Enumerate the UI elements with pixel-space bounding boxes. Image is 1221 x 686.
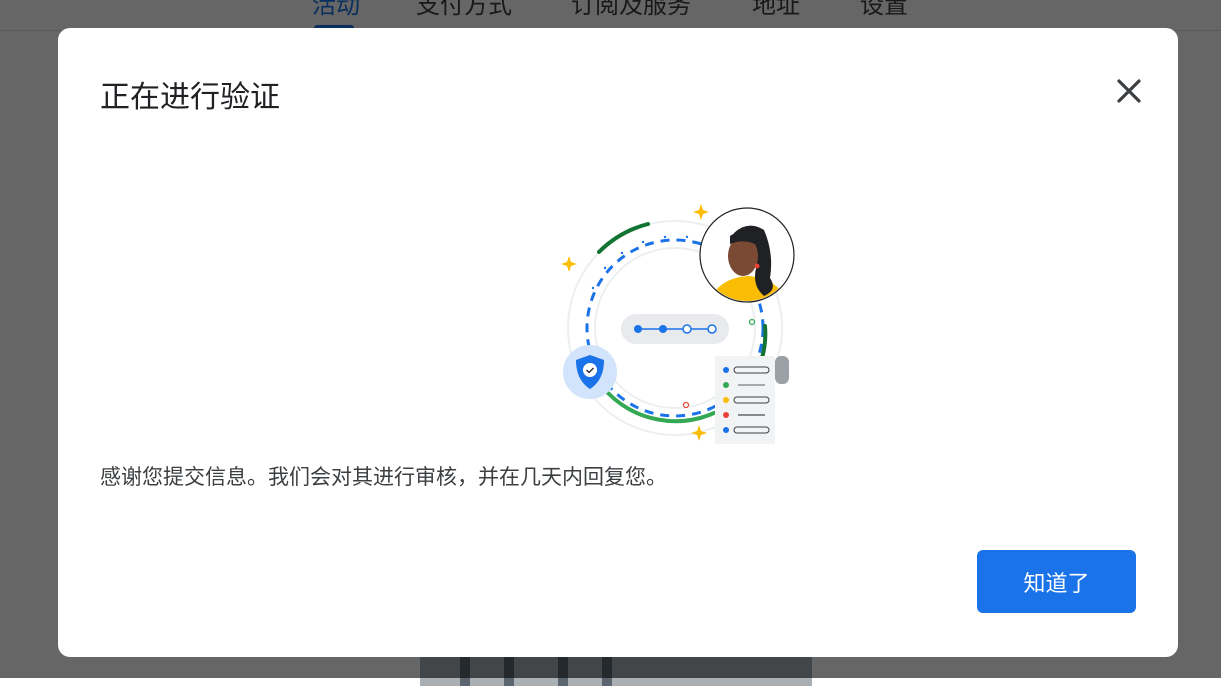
- background-tab-bar: 活动 支付方式 订阅及服务 地址 设置: [0, 0, 1221, 31]
- verification-dialog: 正在进行验证 感谢您提交信息。我们会对其进行审核，并在几天内回复您。 知道了: [58, 28, 1178, 657]
- dialog-title: 正在进行验证: [100, 80, 280, 115]
- avatar: [699, 207, 795, 303]
- document-icon: [715, 356, 789, 444]
- tab-settings: 设置: [860, 0, 908, 19]
- tab-subscriptions: 订阅及服务: [571, 0, 691, 19]
- background-image: [420, 656, 812, 686]
- verification-illustration: [561, 204, 795, 444]
- tab-addresses: 地址: [752, 0, 800, 19]
- dialog-message: 感谢您提交信息。我们会对其进行审核，并在几天内回复您。: [100, 465, 667, 489]
- close-icon[interactable]: [1112, 74, 1146, 108]
- shield-check-icon: [563, 345, 617, 399]
- tab-payment-methods: 支付方式: [416, 0, 512, 19]
- got-it-button[interactable]: 知道了: [977, 550, 1136, 613]
- tab-activity: 活动: [312, 0, 360, 19]
